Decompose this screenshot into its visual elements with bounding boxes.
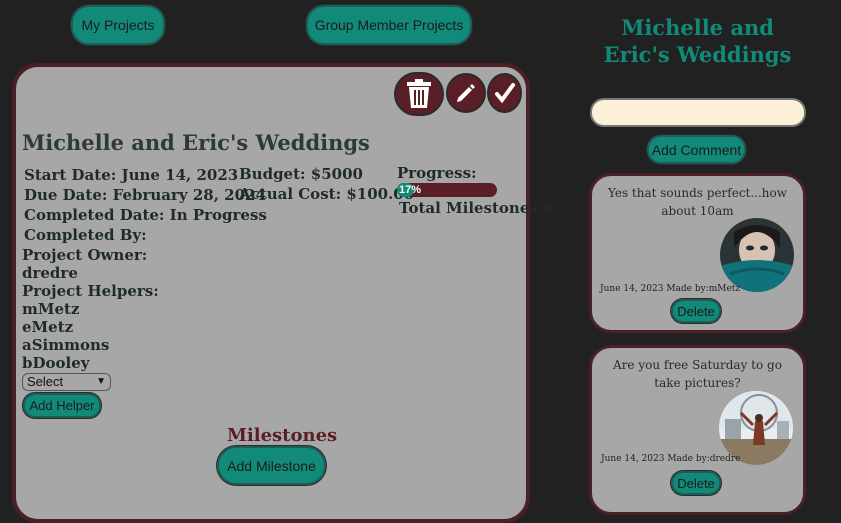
completed-date: Completed Date: In Progress	[24, 206, 267, 224]
budget: Budget: $5000	[239, 165, 363, 183]
trash-icon	[407, 79, 431, 108]
chevron-down-icon: ▼	[96, 376, 106, 387]
helper-name: eMetz	[22, 318, 74, 336]
helper-name: mMetz	[22, 300, 80, 318]
comment-text: Are you free Saturday to go take picture…	[613, 358, 782, 390]
due-date: Due Date: February 28, 2024	[24, 186, 266, 204]
delete-comment-button[interactable]: Delete	[671, 299, 721, 323]
comment-card: Yes that sounds perfect...how about 10am…	[589, 173, 806, 333]
comment-meta: June 14, 2023 Made by:mMetz	[600, 284, 741, 294]
sidebar-title: Michelle and Eric's Weddings	[603, 15, 792, 67]
project-owner-label: Project Owner:	[22, 246, 148, 264]
helper-name: aSimmons	[22, 336, 110, 354]
group-member-projects-button[interactable]: Group Member Projects	[306, 5, 472, 45]
edit-project-button[interactable]	[446, 73, 486, 113]
pencil-icon	[457, 84, 475, 102]
delete-project-button[interactable]	[394, 72, 444, 116]
progress-label: Progress:	[397, 164, 477, 182]
comment-meta: June 14, 2023 Made by:dredre	[601, 454, 741, 464]
avatar-image	[720, 218, 794, 292]
my-projects-button[interactable]: My Projects	[71, 5, 165, 45]
project-title: Michelle and Eric's Weddings	[22, 130, 370, 155]
start-date: Start Date: June 14, 2023	[24, 166, 239, 184]
helper-name: bDooley	[22, 354, 90, 372]
delete-comment-button[interactable]: Delete	[671, 471, 721, 495]
comment-input[interactable]	[590, 98, 806, 127]
comment-text: Yes that sounds perfect...how about 10am	[607, 186, 788, 218]
progress-percent: 17%	[399, 184, 422, 196]
completed-by: Completed By:	[24, 226, 147, 244]
add-milestone-button[interactable]: Add Milestone	[217, 446, 326, 485]
helper-select[interactable]: Select ▼	[22, 373, 111, 391]
complete-project-button[interactable]	[487, 73, 522, 113]
select-value: Select	[27, 374, 64, 389]
actual-cost: Actual Cost: $100.00	[239, 185, 415, 203]
avatar	[720, 218, 794, 292]
comment-card: Are you free Saturday to go take picture…	[589, 345, 806, 515]
total-milestones: Total Milestones:6	[399, 199, 554, 217]
project-owner: dredre	[22, 264, 78, 282]
add-comment-button[interactable]: Add Comment	[647, 135, 746, 164]
project-helpers-label: Project Helpers:	[22, 282, 159, 300]
add-helper-button[interactable]: Add Helper	[23, 393, 101, 418]
milestones-heading: Milestones	[227, 425, 338, 446]
checkmark-icon	[494, 83, 515, 104]
